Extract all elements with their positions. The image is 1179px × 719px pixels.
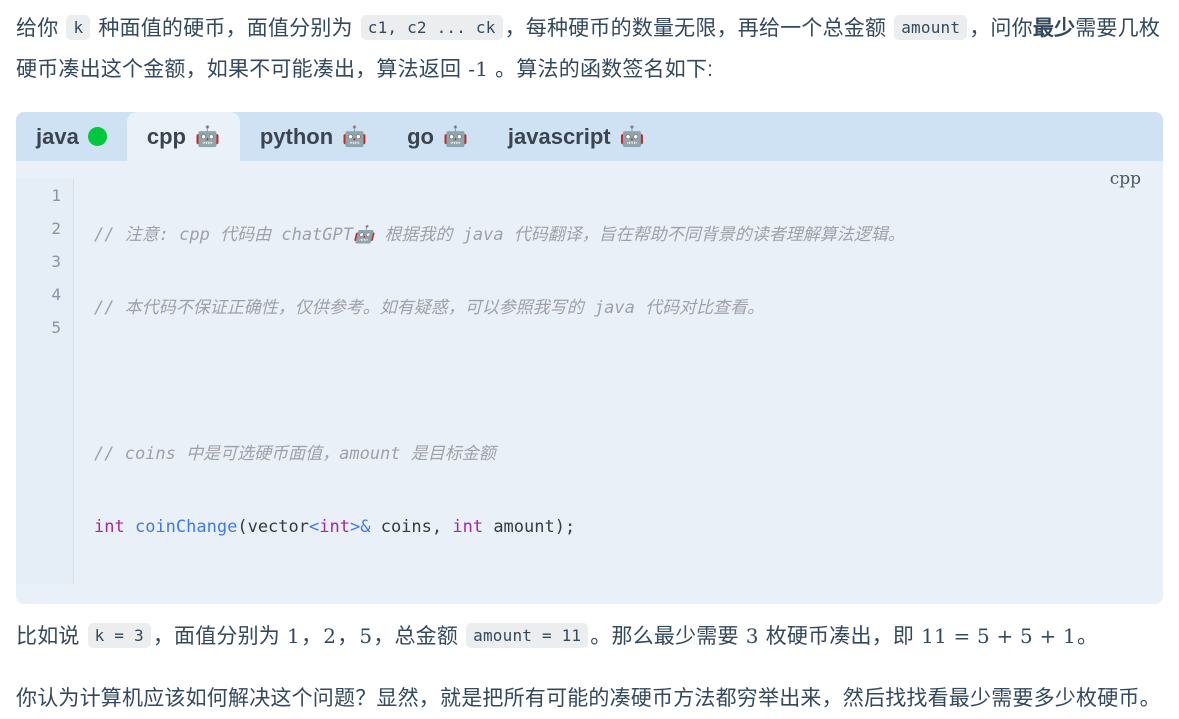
inline-code-k: k <box>66 15 91 40</box>
tab-label-java: java <box>36 123 79 149</box>
p2-math-one: 1 <box>287 624 300 648</box>
code-line-2: // 本代码不保证正确性，仅供参考。如有疑惑，可以参照我写的 java 代码对比… <box>94 298 765 318</box>
p1-text-3: ，每种硬币的数量无限，再给一个总金额 <box>504 17 893 40</box>
tab-go[interactable]: go 🤖 <box>387 112 488 161</box>
p2-text-4: ， <box>337 625 359 648</box>
line-number: 2 <box>51 219 61 238</box>
token-arg-amount: amount); <box>483 517 576 537</box>
language-badge: cpp <box>1109 169 1141 189</box>
inline-code-amount-equals-11: amount = 11 <box>466 623 589 648</box>
p2-math-two: 2 <box>323 624 337 648</box>
line-number: 5 <box>51 318 61 337</box>
robot-icon: 🤖 <box>194 125 220 148</box>
language-tab-bar: java cpp 🤖 python 🤖 go 🤖 javascript 🤖 <box>16 112 1163 161</box>
token-angle-close: > <box>349 517 361 537</box>
token-keyword-int-2: int <box>452 517 484 537</box>
p2-text-6: 。那么最少需要 <box>590 625 745 648</box>
p2-text-8: 。 <box>1076 625 1099 648</box>
p2-text-2: ，面值分别为 <box>152 625 287 648</box>
robot-icon: 🤖 <box>619 125 645 148</box>
code-line-4: // coins 中是可选硬币面值，amount 是目标金额 <box>94 444 496 464</box>
token-angle-open: < <box>309 517 320 537</box>
robot-icon: 🤖 <box>342 125 368 148</box>
tab-label-javascript: javascript <box>507 123 611 149</box>
paragraph-example: 比如说 k = 3 ，面值分别为 1，2，5，总金额 amount = 11 。那么… <box>16 604 1163 657</box>
token-keyword-int: int <box>94 517 125 537</box>
p1-text-4: ，问你 <box>969 17 1033 40</box>
robot-icon: 🤖 <box>442 125 468 148</box>
paragraph-problem-statement: 给你 k 种面值的硬币，面值分别为 c1, c2 ... ck ，每种硬币的数量无… <box>16 0 1163 90</box>
p2-text-1: 比如说 <box>16 625 86 648</box>
line-number: 1 <box>51 186 61 205</box>
paragraph-approach: 你认为计算机应该如何解决这个问题？显然，就是把所有可能的凑硬币方法都穷举出来，然… <box>16 687 1161 710</box>
p2-math-equation: 11 = 5 + 5 + 1 <box>921 624 1076 648</box>
green-dot-icon <box>87 127 107 146</box>
code-widget: java cpp 🤖 python 🤖 go 🤖 javascript 🤖 cp… <box>16 112 1163 604</box>
code-block-body: cpp 1 2 3 4 5 // 注意: cpp 代码由 chatGPT🤖 根据… <box>16 161 1163 604</box>
code-line-1: // 注意: cpp 代码由 chatGPT🤖 根据我的 java 代码翻译，旨… <box>94 225 905 245</box>
code-lines[interactable]: // 注意: cpp 代码由 chatGPT🤖 根据我的 java 代码翻译，旨… <box>74 179 1163 584</box>
tab-label-python: python <box>259 123 334 149</box>
tab-label-go: go <box>407 123 434 149</box>
tab-cpp[interactable]: cpp 🤖 <box>126 112 240 161</box>
article-page: 给你 k 种面值的硬币，面值分别为 c1, c2 ... ck ，每种硬币的数量无… <box>0 0 1179 719</box>
inline-code-amount: amount <box>894 15 968 40</box>
p1-text-6: 。算法的函数签名如下: <box>489 58 714 81</box>
p2-text-5: ，总金额 <box>373 625 465 648</box>
tab-java[interactable]: java <box>16 112 127 161</box>
tab-label-cpp: cpp <box>146 123 186 149</box>
token-arg-coins: coins, <box>370 517 453 537</box>
p1-math-neg-one: -1 <box>468 57 489 81</box>
p2-text-7: 枚硬币凑出，即 <box>759 625 921 648</box>
p2-math-five: 5 <box>359 624 373 648</box>
token-ampersand: & <box>360 517 371 537</box>
line-number: 4 <box>51 285 61 304</box>
inline-code-k-equals-3: k = 3 <box>87 623 151 648</box>
p2-text-3: ， <box>300 625 323 648</box>
token-paren-open: ( <box>237 517 248 537</box>
tab-python[interactable]: python 🤖 <box>240 112 387 161</box>
token-function-name: coinChange <box>134 517 238 537</box>
p1-bold-minimum: 最少 <box>1032 17 1076 40</box>
token-type-vector: vector <box>247 517 309 537</box>
line-number: 3 <box>51 252 61 271</box>
inline-code-coin-list: c1, c2 ... ck <box>360 15 503 40</box>
token-keyword-int-inner: int <box>319 517 350 537</box>
p1-text-1: 给你 <box>16 17 65 40</box>
tab-javascript[interactable]: javascript 🤖 <box>488 112 665 161</box>
p2-math-three: 3 <box>745 624 759 648</box>
code-line-5: int coinChange(vector<int>& coins, int a… <box>94 511 1163 544</box>
line-number-gutter: 1 2 3 4 5 <box>16 179 74 584</box>
p1-text-2: 种面值的硬币，面值分别为 <box>92 17 359 40</box>
